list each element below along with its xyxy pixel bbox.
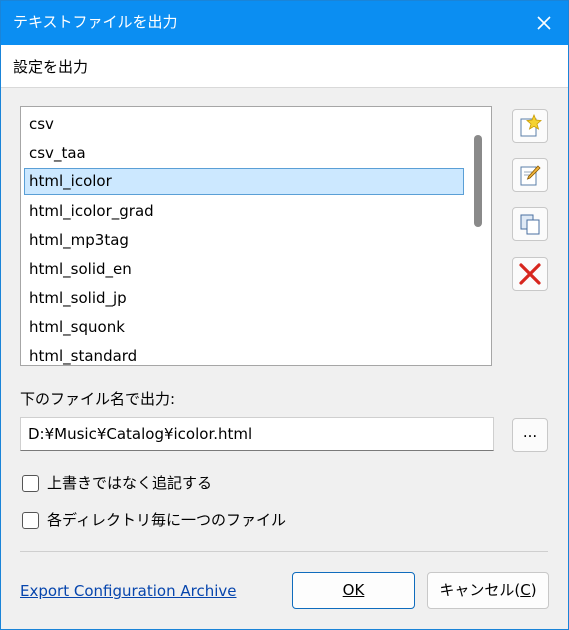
title-bar[interactable]: テキストファイルを出力 — [1, 1, 568, 45]
window-title: テキストファイルを出力 — [13, 13, 178, 31]
list-item-selected[interactable]: html_icolor — [24, 168, 464, 195]
new-star-icon — [520, 114, 542, 137]
duplicate-icon — [520, 214, 540, 235]
cancel-button[interactable]: キャンセル(C) — [427, 572, 549, 609]
duplicate-config-button[interactable] — [512, 207, 548, 241]
header-panel: 設定を出力 — [1, 45, 568, 88]
header-title: 設定を出力 — [13, 58, 89, 76]
per-directory-label[interactable]: 各ディレクトリ毎に一つのファイル — [47, 510, 286, 530]
export-archive-link[interactable]: Export Configuration Archive — [20, 581, 237, 601]
ok-button-label: OK — [342, 581, 365, 599]
edit-pencil-icon — [520, 165, 541, 186]
close-button[interactable] — [524, 3, 564, 43]
append-checkbox[interactable] — [22, 475, 39, 492]
dialog-window: テキストファイルを出力 設定を出力 csv csv_taa html_icolo… — [0, 0, 569, 630]
list-item[interactable]: csv_taa — [24, 140, 464, 167]
new-config-button[interactable] — [512, 109, 548, 143]
delete-config-button[interactable] — [512, 257, 548, 291]
output-path-input[interactable] — [20, 417, 494, 451]
ok-button[interactable]: OK — [292, 572, 415, 609]
scrollbar-thumb[interactable] — [474, 135, 482, 227]
footer-divider — [20, 551, 548, 552]
list-item[interactable]: html_mp3tag — [24, 227, 464, 254]
cancel-hotkey: C — [520, 581, 531, 599]
config-list[interactable]: csv csv_taa html_icolor html_icolor_grad… — [20, 106, 492, 366]
list-item[interactable]: html_standard — [24, 343, 464, 365]
append-label[interactable]: 上書きではなく追記する — [47, 473, 212, 493]
list-item[interactable]: html_squonk — [24, 314, 464, 341]
list-item[interactable]: csv — [24, 111, 464, 138]
cancel-button-suffix: ) — [530, 581, 537, 599]
output-filename-label: 下のファイル名で出力: — [20, 390, 176, 408]
list-item[interactable]: html_solid_jp — [24, 285, 464, 312]
per-directory-checkbox[interactable] — [22, 512, 39, 529]
edit-config-button[interactable] — [512, 158, 548, 192]
list-item[interactable]: html_icolor_grad — [24, 198, 464, 225]
close-icon — [537, 16, 551, 30]
delete-x-icon — [519, 263, 541, 285]
cancel-button-label: キャンセル( — [439, 581, 521, 599]
list-item[interactable]: html_solid_en — [24, 256, 464, 283]
browse-button[interactable]: ... — [512, 418, 548, 452]
list-scrollbar[interactable] — [465, 107, 491, 365]
